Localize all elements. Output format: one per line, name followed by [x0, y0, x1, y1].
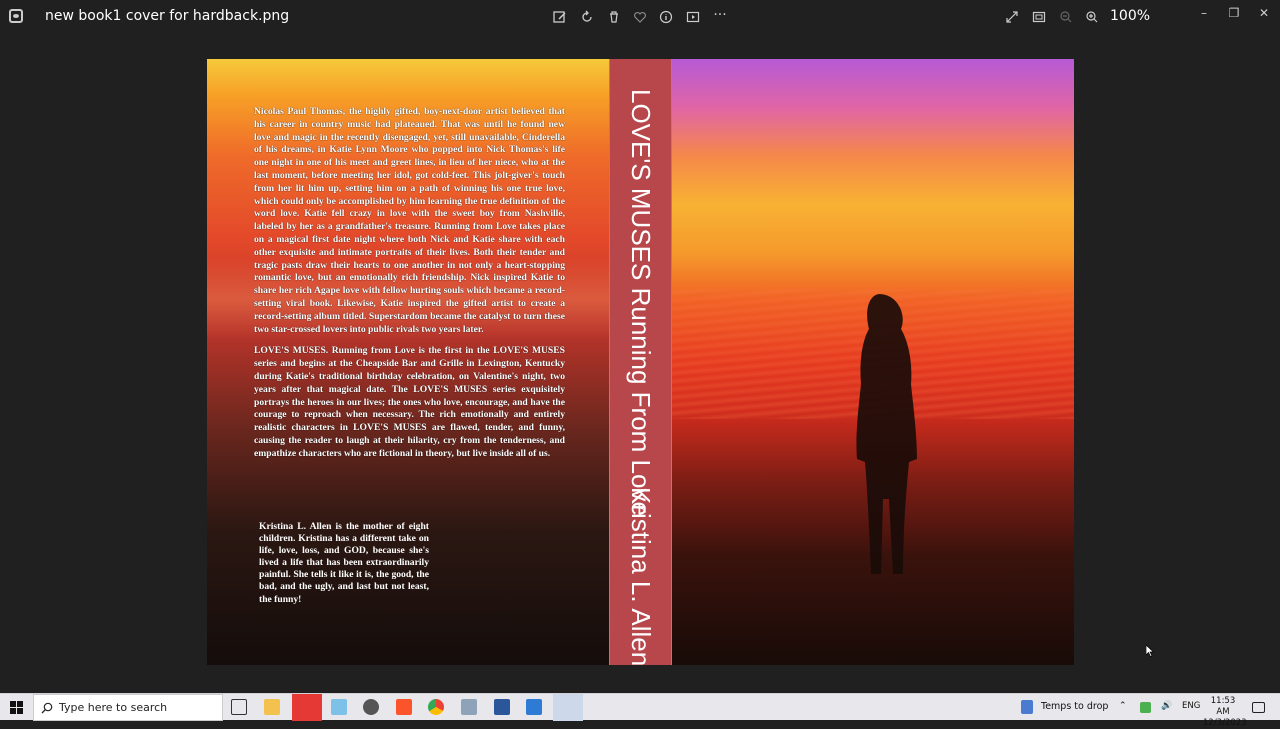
blurb-paragraph-1: Nicolas Paul Thomas, the highly gifted, … — [254, 106, 565, 335]
window-title: new book1 cover for hardback.png — [45, 8, 290, 24]
chevron-up-icon[interactable]: ⌃ — [1119, 701, 1127, 711]
book-cover-image: Nicolas Paul Thomas, the highly gifted, … — [207, 59, 1074, 665]
fullscreen-icon[interactable] — [1003, 8, 1021, 26]
back-cover: Nicolas Paul Thomas, the highly gifted, … — [207, 59, 609, 665]
zoom-out-icon[interactable] — [1057, 8, 1075, 26]
info-icon[interactable] — [657, 8, 675, 26]
close-icon[interactable]: ✕ — [1257, 6, 1271, 20]
spine-author: Kristina L. Allen — [626, 487, 656, 665]
file-explorer-icon[interactable] — [264, 699, 280, 715]
zoom-level[interactable]: 100% — [1110, 8, 1150, 24]
author-bio: Kristina L. Allen is the mother of eight… — [259, 521, 429, 605]
clock-time: 11:53 AM — [1210, 696, 1236, 717]
paint-app-icon[interactable] — [331, 699, 347, 715]
notification-icon[interactable] — [1252, 702, 1265, 713]
rotate-icon[interactable] — [578, 8, 596, 26]
fit-icon[interactable] — [1030, 8, 1048, 26]
brave-browser-icon[interactable] — [396, 699, 412, 715]
clock[interactable]: 11:53 AM 12/3/2023 — [1203, 696, 1247, 729]
edit-icon[interactable] — [551, 8, 569, 26]
front-cover — [672, 59, 1074, 665]
blurb-paragraph-2: LOVE'S MUSES. Running from Love is the f… — [254, 345, 565, 459]
volume-icon[interactable]: 🔊 — [1161, 701, 1172, 711]
photos-taskbar-icon[interactable] — [553, 694, 583, 721]
back-cover-blurb: Nicolas Paul Thomas, the highly gifted, … — [254, 106, 565, 470]
spine-title: LOVE'S MUSES Running From Love — [626, 89, 656, 516]
settings-gear-icon[interactable] — [363, 699, 379, 715]
woman-silhouette — [856, 294, 917, 574]
book-spine: LOVE'S MUSES Running From Love Kristina … — [609, 59, 672, 665]
weather-text[interactable]: Temps to drop — [1041, 701, 1108, 712]
taskbar: Type here to search Temps to drop ⌃ 🔊 EN… — [0, 693, 1280, 728]
title-bar: new book1 cover for hardback.png ··· 100… — [0, 0, 1280, 34]
weather-icon[interactable] — [1021, 700, 1033, 714]
search-icon — [41, 702, 53, 714]
slideshow-icon[interactable] — [684, 8, 702, 26]
chrome-icon[interactable] — [428, 699, 444, 715]
word-icon[interactable] — [494, 699, 510, 715]
favorite-icon[interactable] — [631, 8, 649, 26]
delete-icon[interactable] — [605, 8, 623, 26]
tray-app-icon[interactable] — [1140, 702, 1151, 713]
photo-app-icon[interactable] — [461, 699, 477, 715]
task-view-icon[interactable] — [231, 699, 247, 715]
minimize-icon[interactable]: – — [1197, 6, 1211, 20]
snip-app-icon[interactable] — [526, 699, 542, 715]
windows-start-icon[interactable] — [10, 701, 23, 714]
opera-icon[interactable] — [292, 694, 322, 721]
taskbar-search-box[interactable]: Type here to search — [33, 694, 223, 721]
zoom-in-icon[interactable] — [1083, 8, 1101, 26]
search-placeholder: Type here to search — [59, 701, 168, 714]
photos-app-icon — [9, 9, 23, 23]
mouse-cursor-icon — [1146, 645, 1154, 657]
restore-icon[interactable]: ❐ — [1227, 6, 1241, 20]
more-icon[interactable]: ··· — [711, 8, 729, 26]
language-indicator[interactable]: ENG — [1182, 701, 1200, 711]
